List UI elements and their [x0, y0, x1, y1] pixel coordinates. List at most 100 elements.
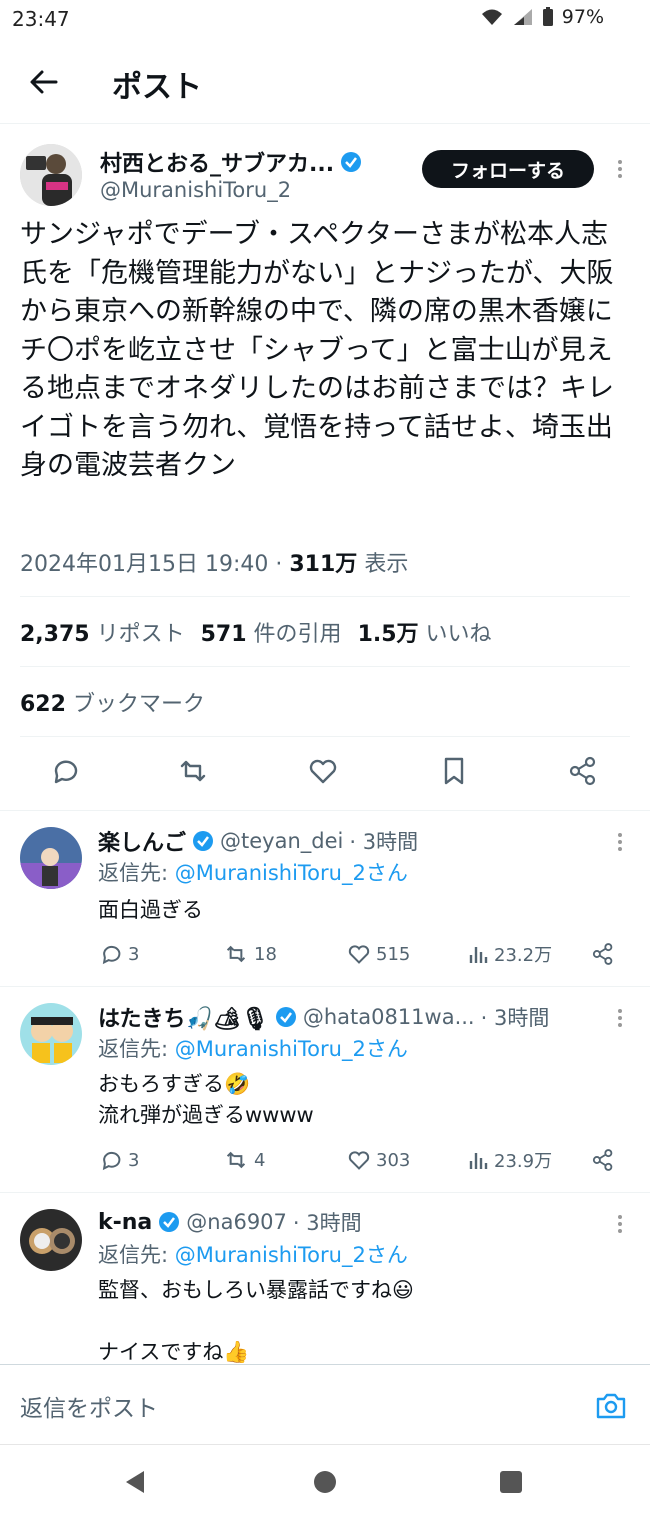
verified-badge-icon: [341, 152, 362, 172]
reply-icon[interactable]: [48, 754, 82, 788]
bookmark-icon[interactable]: [437, 754, 471, 788]
reply-text-line: 監督、おもしろい暴露話ですね😃: [98, 1278, 414, 1302]
tweet-datetime[interactable]: 2024年01月15日 19:40: [20, 552, 268, 577]
reply-author-handle[interactable]: @teyan_dei: [220, 829, 343, 853]
reply-to-link[interactable]: @MuranishiToru_2さん: [175, 861, 408, 885]
tweet-meta: 2024年01月15日 19:40 · 311万 表示: [20, 546, 408, 578]
reply-author-handle[interactable]: @hata0811wa...: [303, 1005, 475, 1029]
like-button[interactable]: 303: [346, 1147, 410, 1173]
reply-input[interactable]: 返信をポスト: [20, 1389, 158, 1423]
tweet-text: サンジャポでデーブ・スペクターさまが松本人志氏を「危機管理能力がない」とナジった…: [20, 219, 614, 481]
reply-text: 監督、おもしろい暴露話ですね😃 ナイスですね👍: [98, 1275, 414, 1364]
repost-count: 4: [254, 1149, 266, 1171]
system-nav-bar: [0, 1444, 650, 1518]
avatar[interactable]: [20, 144, 82, 206]
wifi-icon: [481, 9, 502, 25]
author-name[interactable]: 村西とおる_サブアカ...: [100, 146, 334, 178]
avatar[interactable]: [20, 1209, 82, 1271]
reply-author-line: はたきち🎣🏕🎙 @hata0811wa... · 3時間: [98, 1001, 549, 1033]
reply-to-prefix: 返信先:: [98, 861, 169, 885]
reply-text-line: [98, 1306, 414, 1337]
reply-to-prefix: 返信先:: [98, 1243, 169, 1267]
repost-icon: [226, 945, 246, 963]
repost-button[interactable]: 4: [222, 1147, 265, 1173]
camera-icon[interactable]: [594, 1389, 628, 1423]
reply-item[interactable]: はたきち🎣🏕🎙 @hata0811wa... · 3時間 返信先: @Muran…: [0, 986, 650, 1192]
views-button[interactable]: 23.2万: [468, 941, 552, 967]
tweet-actions: [0, 754, 650, 814]
like-icon: [348, 1151, 370, 1170]
reply-button[interactable]: 3: [98, 941, 139, 967]
reply-icon: [102, 1151, 121, 1171]
reply-composer[interactable]: 返信をポスト: [0, 1364, 650, 1444]
author-handle[interactable]: @MuranishiToru_2: [100, 178, 291, 202]
reply-count: 3: [128, 1149, 140, 1171]
like-button[interactable]: 515: [346, 941, 410, 967]
views-button[interactable]: 23.9万: [468, 1147, 552, 1173]
reply-to-link[interactable]: @MuranishiToru_2さん: [175, 1243, 408, 1267]
reply-time[interactable]: · 3時間: [293, 1207, 362, 1237]
like-label: いいね: [425, 622, 492, 647]
views-icon: [469, 1153, 488, 1169]
reply-icon: [102, 945, 121, 965]
more-options-icon[interactable]: [610, 827, 630, 857]
reply-author-name[interactable]: はたきち🎣🏕🎙: [98, 1001, 269, 1033]
reply-text: おもろすぎる🤣 流れ弾が過ぎるwwww: [98, 1069, 314, 1131]
reply-author-handle[interactable]: @na6907: [186, 1210, 287, 1234]
quote-label: 件の引用: [253, 622, 342, 647]
share-icon[interactable]: [566, 754, 600, 788]
reply-time[interactable]: · 3時間: [349, 826, 418, 856]
reply-text: 面白過ぎる: [98, 895, 203, 926]
reply-text-line: 面白過ぎる: [98, 898, 203, 922]
views-count: 23.2万: [494, 945, 553, 966]
views-icon: [469, 947, 488, 963]
meta-separator: ·: [275, 552, 290, 577]
repost-icon: [226, 1151, 246, 1169]
more-options-icon[interactable]: [610, 1003, 630, 1033]
reply-to-link[interactable]: @MuranishiToru_2さん: [175, 1037, 408, 1061]
more-options-icon[interactable]: [610, 154, 630, 184]
bookmark-count: 622: [20, 692, 66, 717]
reply-item[interactable]: k-na @na6907 · 3時間 返信先: @MuranishiToru_2…: [0, 1192, 650, 1364]
bookmark-label: ブックマーク: [72, 692, 205, 717]
follow-button[interactable]: フォローする: [422, 150, 594, 188]
verified-badge-icon: [275, 1007, 296, 1027]
reply-item[interactable]: 楽しんご @teyan_dei · 3時間 返信先: @MuranishiTor…: [0, 810, 650, 986]
repost-icon[interactable]: [176, 754, 210, 788]
reply-to-line: 返信先: @MuranishiToru_2さん: [98, 1033, 408, 1063]
like-count-link[interactable]: 1.5万 いいね: [358, 616, 492, 648]
reply-author-name[interactable]: 楽しんご: [98, 825, 186, 857]
reply-actions: 3 18 515 23.2万: [98, 941, 618, 971]
top-header: ポスト: [0, 40, 650, 124]
reply-text-line: おもろすぎる🤣: [98, 1072, 251, 1096]
nav-home-icon[interactable]: [310, 1467, 340, 1497]
more-options-icon[interactable]: [610, 1209, 630, 1239]
battery-icon: [542, 7, 553, 26]
share-icon[interactable]: [590, 1147, 616, 1173]
reply-time[interactable]: · 3時間: [481, 1002, 550, 1032]
like-count: 1.5万: [357, 622, 419, 647]
repost-count: 2,375: [20, 622, 90, 647]
nav-back-icon[interactable]: [120, 1467, 150, 1497]
quote-count-link[interactable]: 571 件の引用: [201, 616, 342, 648]
verified-badge-icon: [193, 831, 214, 851]
reply-author-name[interactable]: k-na: [98, 1210, 152, 1235]
page-title: ポスト: [112, 70, 202, 105]
author-name-line: 村西とおる_サブアカ...: [100, 146, 362, 178]
like-icon[interactable]: [306, 754, 340, 788]
bookmark-count-link[interactable]: 622 ブックマーク: [20, 686, 205, 718]
reply-button[interactable]: 3: [98, 1147, 139, 1173]
engagement-stats: 2,375 リポスト 571 件の引用 1.5万 いいね: [20, 616, 492, 648]
avatar[interactable]: [20, 827, 82, 889]
reply-text-line: 流れ弾が過ぎるwwww: [98, 1103, 314, 1127]
back-arrow-icon[interactable]: [24, 62, 64, 102]
repost-count-link[interactable]: 2,375 リポスト: [20, 616, 185, 648]
signal-icon: [513, 9, 532, 25]
repost-button[interactable]: 18: [222, 941, 277, 967]
reply-text-line: ナイスですね👍: [98, 1340, 250, 1364]
share-icon[interactable]: [590, 941, 616, 967]
view-count: 311万: [289, 552, 358, 577]
avatar[interactable]: [20, 1003, 82, 1065]
reply-to-line: 返信先: @MuranishiToru_2さん: [98, 1239, 408, 1269]
nav-recents-icon[interactable]: [496, 1467, 526, 1497]
